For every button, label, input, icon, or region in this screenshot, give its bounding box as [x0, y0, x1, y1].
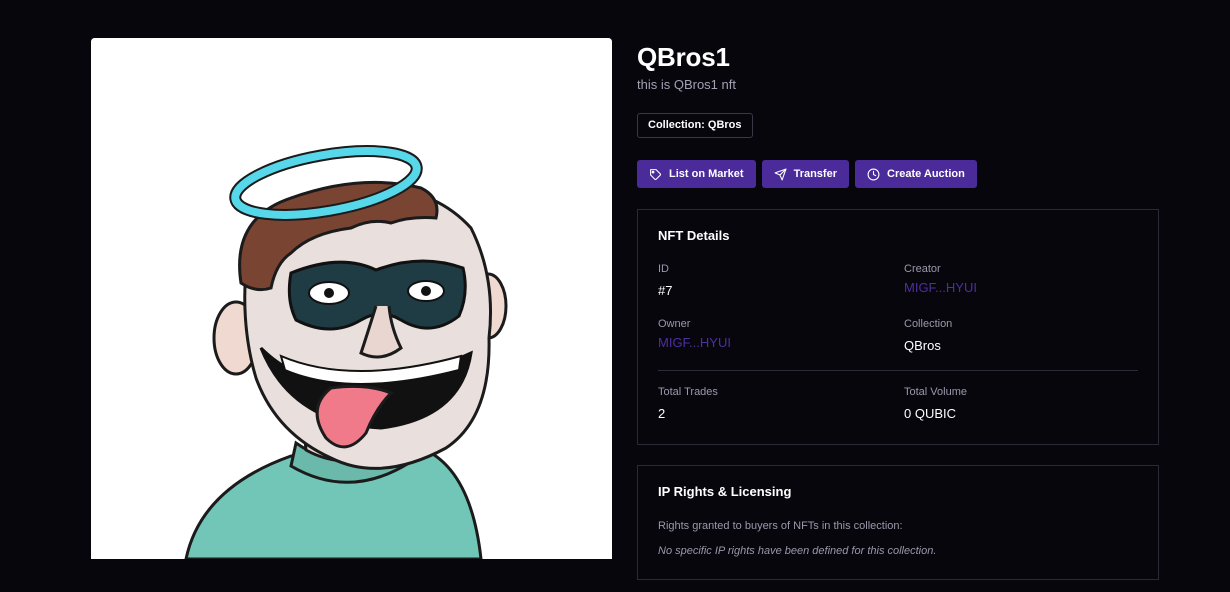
nft-details-panel: NFT Details ID #7 Creator MIGF...HYUI Ow…	[637, 209, 1159, 445]
creator-link[interactable]: MIGF...HYUI	[904, 280, 977, 296]
ip-rights-heading: IP Rights & Licensing	[658, 484, 792, 499]
total-trades-value: 2	[658, 406, 666, 421]
tag-icon	[650, 168, 661, 180]
collection-badge[interactable]: Collection: QBros	[637, 113, 753, 138]
ip-rights-description: Rights granted to buyers of NFTs in this…	[658, 520, 903, 532]
ip-rights-panel: IP Rights & Licensing Rights granted to …	[637, 465, 1159, 580]
id-field: ID #7	[658, 263, 672, 299]
collection-label: Collection	[904, 318, 953, 330]
create-auction-button[interactable]: Create Auction	[855, 160, 977, 188]
nft-artwork	[91, 38, 612, 559]
total-trades-field: Total Trades 2	[658, 386, 718, 422]
total-volume-field: Total Volume 0 QUBIC	[904, 386, 967, 422]
total-volume-label: Total Volume	[904, 386, 967, 398]
details-divider	[658, 370, 1138, 371]
nft-detail-page: QBros1 this is QBros1 nft Collection: QB…	[0, 0, 1230, 592]
owner-field: Owner MIGF...HYUI	[658, 318, 731, 351]
list-on-market-label: List on Market	[669, 168, 744, 180]
create-auction-label: Create Auction	[887, 168, 965, 180]
nft-details-heading: NFT Details	[658, 228, 730, 243]
total-volume-value: 0 QUBIC	[904, 406, 957, 421]
owner-link[interactable]: MIGF...HYUI	[658, 335, 731, 351]
creator-field: Creator MIGF...HYUI	[904, 263, 977, 296]
send-icon	[774, 168, 787, 180]
owner-label: Owner	[658, 318, 691, 330]
id-label: ID	[658, 263, 669, 275]
id-value: #7	[658, 283, 673, 298]
action-bar: List on Market Transfer Create Auction	[637, 160, 1159, 188]
nft-info: QBros1 this is QBros1 nft Collection: QB…	[637, 38, 1159, 580]
transfer-label: Transfer	[793, 168, 837, 180]
ip-rights-note: No specific IP rights have been defined …	[658, 545, 937, 557]
creator-label: Creator	[904, 263, 941, 275]
list-on-market-button[interactable]: List on Market	[637, 160, 756, 188]
clock-icon	[867, 168, 880, 180]
transfer-button[interactable]: Transfer	[761, 160, 849, 188]
collection-field: Collection QBros	[904, 318, 952, 354]
collection-value: QBros	[904, 338, 941, 353]
nft-image	[91, 38, 612, 559]
nft-description: this is QBros1 nft	[637, 77, 736, 92]
total-trades-label: Total Trades	[658, 386, 718, 398]
nft-title: QBros1	[637, 42, 730, 72]
